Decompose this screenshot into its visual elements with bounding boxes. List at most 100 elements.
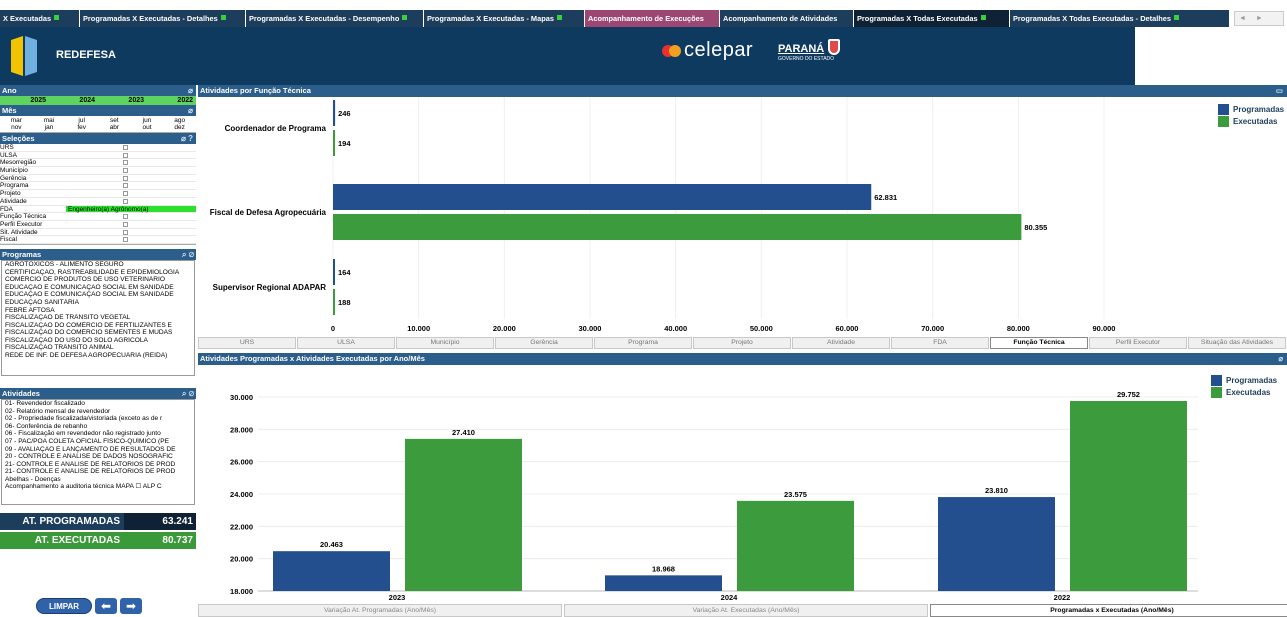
atividade-item[interactable]: Abelhas - Doenças [2,476,194,484]
programa-item[interactable]: EDUCAÇÃO E COMUNICAÇÃO SOCIAL EM SANIDAD… [2,284,194,292]
checkbox-icon[interactable] [123,145,128,150]
bar[interactable] [333,184,872,210]
clear-selection-icon[interactable]: ⌀ [188,85,193,96]
checkbox-icon[interactable] [123,191,128,197]
back-arrow-icon[interactable]: ⬅ [95,598,117,614]
dimension-tab[interactable]: Situação das Atividades [1188,337,1286,349]
mes-option[interactable]: jul [65,117,98,124]
sheet-tab[interactable]: Programadas X Executadas - Detalhes [80,10,246,27]
checkbox-icon[interactable] [123,214,128,220]
ano-option[interactable]: 2024 [49,96,98,105]
bar[interactable] [333,259,335,285]
export-icon[interactable]: ▭ [1276,85,1283,97]
selecao-row[interactable]: Gerência [0,175,196,183]
selecao-row[interactable]: Sit. Atividade [0,229,196,237]
bar[interactable] [333,130,335,156]
bar[interactable] [333,214,1022,240]
programa-item[interactable]: FISCALIZAÇÃO DO COMÉRCIO SEMENTES E MUDA… [2,329,194,337]
bar[interactable] [737,500,854,591]
checkbox-icon[interactable] [123,198,128,204]
atividade-item[interactable]: 01- Revendedor fiscalizado [2,400,194,408]
dimension-tab[interactable]: Atividade [792,337,890,349]
forward-arrow-icon[interactable]: ➡ [120,598,142,614]
sheet-tab[interactable]: Programadas X Todas Executadas - Detalhe… [1010,10,1230,27]
checkbox-icon[interactable] [123,237,128,243]
mes-option[interactable]: jun [131,117,164,124]
atividade-item[interactable]: 21- CONTROLE E ANÁLISE DE RELATÓRIOS DE … [2,468,194,476]
sheet-tab[interactable]: Programadas X Executadas - Desempenho [246,10,424,27]
programa-item[interactable]: FISCALIZAÇÃO DO COMÉRCIO DE FERTILIZANTE… [2,322,194,330]
selecao-row[interactable]: Projeto [0,190,196,198]
mes-option[interactable]: nov [0,124,33,131]
chart-mode-tab[interactable]: Programadas x Executadas (Ano/Mês) [930,604,1287,617]
programa-item[interactable]: COMÉRCIO DE PRODUTOS DE USO VETERINÁRIO [2,276,194,284]
limpar-button[interactable]: LIMPAR [36,598,92,614]
ano-option[interactable]: 2022 [147,96,196,105]
chart-mode-tab[interactable]: Variação At. Programadas (Ano/Mês) [198,604,562,617]
sheet-tab[interactable]: Acompanhamento de Atividades [720,10,854,27]
programa-item[interactable]: EDUCAÇÃO SANITÁRIA [2,299,194,307]
mes-option[interactable]: mar [0,117,33,124]
selecao-row[interactable]: Atividade [0,198,196,206]
checkbox-icon[interactable] [123,221,128,227]
bar[interactable] [405,438,522,591]
checkbox-icon[interactable] [123,160,128,166]
programa-item[interactable]: FISCALIZAÇÃO TRÂNSITO ANIMAL [2,344,194,352]
dimension-tab[interactable]: ULSA [297,337,395,349]
selecao-row[interactable]: ULSA [0,152,196,160]
atividade-item[interactable]: 20 - CONTROLE E ANÁLISE DE DADOS NOSOGRÁ… [2,453,194,461]
mes-option[interactable]: abr [98,124,131,131]
checkbox-icon[interactable] [123,229,128,235]
sheet-tab[interactable]: Programadas X Executadas - Mapas [424,10,585,27]
checkbox-icon[interactable] [123,168,128,174]
programa-item[interactable]: FISCALIZAÇÃO DE TRÂNSITO VEGETAL [2,314,194,322]
dimension-tab[interactable]: FDA [891,337,989,349]
atividade-item[interactable]: 02 - Propriedade fiscalizada/vistoriada … [2,415,194,423]
mes-option[interactable]: ago [163,117,196,124]
programa-item[interactable]: EDUCAÇÃO E COMUNICAÇÃO SOCIAL EM SANIDAD… [2,291,194,299]
chart-mode-tab[interactable]: Variação At. Executadas (Ano/Mês) [564,604,928,617]
checkbox-icon[interactable] [123,183,128,189]
clear-and-help-icon[interactable]: ⌀ ? [181,133,193,144]
atividade-item[interactable]: 06- Conferência de rebanho [2,423,194,431]
atividade-item[interactable]: 06 - Fiscalização em revendedor não regi… [2,430,194,438]
bar[interactable] [333,100,336,126]
mes-option[interactable]: mai [33,117,66,124]
tab-scroll-controls[interactable]: ◄ ► ▼ [1234,11,1284,35]
programa-item[interactable]: FEBRE AFTOSA [2,307,194,315]
programa-item[interactable]: CERTIFICAÇÃO, RASTREABILIDADE E EPIDEMIO… [2,269,194,277]
dimension-tab[interactable]: Função Técnica [990,337,1088,349]
checkbox-icon[interactable] [123,152,128,158]
atividade-item[interactable]: 21- CONTROLE E ANÁLISE DE RELATÓRIOS DE … [2,461,194,469]
mes-option[interactable]: set [98,117,131,124]
dimension-tab[interactable]: Projeto [693,337,791,349]
atividade-item[interactable]: Acompanhamento a auditoria técnica MAPA … [2,483,194,491]
bar[interactable] [605,575,722,591]
selecao-row[interactable]: Município [0,167,196,175]
selecao-row[interactable]: Função Técnica [0,213,196,221]
selecao-row[interactable]: Perfil Executor [0,221,196,229]
selecao-row[interactable]: FDA Engenheiro(a) Agrônomo(a) [0,205,196,214]
sheet-tab[interactable]: Acompanhamento de Execuções [585,10,720,27]
dimension-tab[interactable]: Município [396,337,494,349]
dimension-tab[interactable]: URS [198,337,296,349]
dimension-tab[interactable]: Programa [594,337,692,349]
mes-option[interactable]: out [131,124,164,131]
atividade-item[interactable]: 09 - AVALIAÇÃO E LANÇAMENTO DE RESULTADO… [2,446,194,454]
programa-item[interactable]: FISCALIZAÇÃO DO USO DO SOLO AGRÍCOLA [2,337,194,345]
search-icon[interactable]: ⌕ ⌀ [182,249,194,260]
bar[interactable] [938,497,1055,591]
clear-selection-icon[interactable]: ⌀ [188,105,193,116]
sheet-tab[interactable]: X Executadas [0,10,80,27]
selecao-row[interactable]: Mesorregião [0,159,196,168]
selecao-row[interactable]: URS [0,144,196,152]
mes-option[interactable]: dez [163,124,196,131]
mes-option[interactable]: fev [65,124,98,131]
bar[interactable] [333,289,335,315]
atividade-item[interactable]: 07 - PAC/POA COLETA OFICIAL FÍSICO-QUÍMI… [2,438,194,446]
clear-selection-icon[interactable]: ⌀ [1278,353,1283,365]
bar[interactable] [273,551,390,591]
checkbox-icon[interactable] [123,175,128,181]
sheet-tab[interactable]: Programadas X Todas Executadas [854,10,1010,27]
programa-item[interactable]: REDE DE INF. DE DEFESA AGROPECUÁRIA (REI… [2,352,194,360]
